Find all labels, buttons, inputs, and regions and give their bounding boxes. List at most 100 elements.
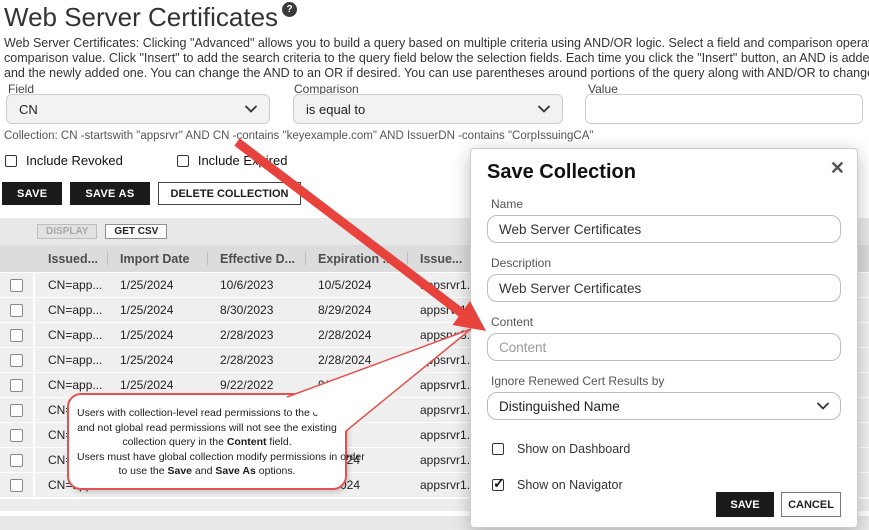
- checkbox-icon[interactable]: [177, 155, 189, 167]
- row-checkbox[interactable]: [10, 329, 23, 342]
- row-checkbox[interactable]: [10, 479, 23, 492]
- cell-issuer-dn-text: appsrvr1..: [420, 353, 473, 367]
- cell-expiration-date: 2/28/2024: [305, 353, 407, 367]
- column-divider: [305, 252, 306, 265]
- content-input[interactable]: [487, 333, 841, 361]
- row-select-cell: [0, 323, 35, 347]
- checkbox-checked-icon[interactable]: [492, 479, 504, 491]
- comparison-select[interactable]: is equal to: [293, 94, 563, 124]
- cell-effective-date-text: 10/6/2023: [220, 278, 273, 292]
- column-divider: [207, 252, 208, 265]
- row-select-cell: [0, 298, 35, 322]
- display-button[interactable]: DISPLAY: [37, 224, 97, 239]
- modal-save-button[interactable]: SAVE: [716, 492, 774, 517]
- cell-import-date-text: 1/25/2024: [120, 378, 173, 392]
- header-import-date[interactable]: Import Date: [107, 252, 207, 266]
- cell-effective-date-text: 8/30/2023: [220, 303, 273, 317]
- cell-effective-date: 2/28/2023: [207, 328, 305, 342]
- name-label: Name: [491, 197, 841, 211]
- description-label: Description: [491, 256, 841, 270]
- cell-issuer-dn-text: appsrvr8..: [420, 328, 473, 342]
- ignore-renewed-label: Ignore Renewed Cert Results by: [491, 374, 841, 388]
- cell-import-date-text: 1/25/2024: [120, 353, 173, 367]
- comparison-select-value: is equal to: [306, 102, 365, 117]
- cell-effective-date: 9/22/2022: [207, 378, 305, 392]
- delete-collection-button[interactable]: DELETE COLLECTION: [158, 182, 302, 205]
- callout-line: collection query in the Content field.: [77, 435, 337, 450]
- cell-issued-dn-text: CN=app...: [48, 328, 102, 342]
- checkbox-icon[interactable]: [492, 443, 504, 455]
- cell-expiration-date-text: 9/21/2024: [318, 378, 371, 392]
- cell-issued-dn-text: CN=app...: [48, 278, 102, 292]
- row-checkbox[interactable]: [10, 379, 23, 392]
- close-icon[interactable]: ✕: [830, 159, 845, 177]
- save-button[interactable]: SAVE: [2, 182, 62, 205]
- cell-import-date-text: 1/25/2024: [120, 328, 173, 342]
- include-revoked-checkbox[interactable]: Include Revoked: [5, 153, 123, 168]
- cell-import-date: 1/25/2024: [107, 378, 207, 392]
- row-checkbox[interactable]: [10, 279, 23, 292]
- page-description-line: Web Server Certificates: Clicking "Advan…: [4, 36, 869, 51]
- row-checkbox[interactable]: [10, 304, 23, 317]
- show-on-dashboard-checkbox[interactable]: Show on Dashboard: [492, 442, 841, 456]
- chevron-down-icon: [538, 105, 550, 113]
- page-description: Web Server Certificates: Clicking "Advan…: [4, 36, 869, 81]
- modal-cancel-button[interactable]: CANCEL: [781, 492, 841, 517]
- header-expiration-date[interactable]: Expiration ...: [305, 252, 407, 266]
- ignore-renewed-select[interactable]: Distinguished Name: [487, 392, 841, 420]
- help-icon[interactable]: ?: [282, 2, 297, 17]
- cell-issuer-dn-text: appsrvr1..: [420, 428, 473, 442]
- cell-issued-dn-text: CN=app...: [48, 378, 102, 392]
- cell-effective-date-text: 2/28/2023: [220, 353, 273, 367]
- modal-title: Save Collection: [487, 161, 841, 184]
- cell-expiration-date-text: 8/29/2024: [318, 303, 371, 317]
- callout-line: Users must have global collection modify…: [77, 450, 337, 465]
- row-checkbox[interactable]: [10, 429, 23, 442]
- chevron-down-icon: [817, 402, 829, 410]
- cell-issuer-dn-text: appsrvr1..: [420, 278, 473, 292]
- field-select[interactable]: CN: [6, 94, 270, 124]
- value-input[interactable]: [585, 94, 863, 124]
- include-expired-checkbox[interactable]: Include Expired: [177, 153, 288, 168]
- cell-effective-date: 2/28/2023: [207, 353, 305, 367]
- content-label: Content: [491, 315, 841, 329]
- save-as-button[interactable]: SAVE AS: [70, 182, 149, 205]
- row-checkbox[interactable]: [10, 354, 23, 367]
- get-csv-button[interactable]: GET CSV: [105, 224, 167, 239]
- header-effective-date[interactable]: Effective D...: [207, 252, 305, 266]
- callout-line: and not global read permissions will not…: [77, 421, 337, 436]
- column-divider: [107, 252, 108, 265]
- page-title: Web Server Certificates: [4, 2, 278, 32]
- cell-import-date: 1/25/2024: [107, 303, 207, 317]
- name-input[interactable]: [487, 215, 841, 243]
- cell-issuer-dn-text: appsrvr1..: [420, 478, 473, 492]
- row-select-cell: [0, 448, 35, 472]
- cell-effective-date: 8/30/2023: [207, 303, 305, 317]
- cell-issued-dn-text: CN=app...: [48, 353, 102, 367]
- show-on-navigator-checkbox[interactable]: Show on Navigator: [492, 478, 841, 492]
- cell-issued-dn: CN=app...: [35, 303, 107, 317]
- page-header: Web Server Certificates? Web Server Cert…: [4, 2, 869, 81]
- save-collection-modal: Save Collection ✕ Name Description Conte…: [470, 148, 858, 528]
- collection-actions: SAVE SAVE AS DELETE COLLECTION: [2, 182, 301, 205]
- page-description-line: comparison value. Click "Insert" to add …: [4, 51, 869, 66]
- ignore-renewed-value: Distinguished Name: [499, 399, 620, 414]
- cell-issued-dn: CN=app...: [35, 378, 107, 392]
- include-options: Include Revoked Include Expired: [5, 153, 287, 168]
- row-checkbox[interactable]: [10, 404, 23, 417]
- header-issued-dn[interactable]: Issued...: [35, 252, 107, 266]
- cell-expiration-date-text: 2/28/2024: [318, 353, 371, 367]
- row-select-cell: [0, 473, 35, 497]
- cell-import-date-text: 1/25/2024: [120, 303, 173, 317]
- cell-expiration-date: 8/29/2024: [305, 303, 407, 317]
- page-description-line: and the newly added one. You can change …: [4, 66, 869, 81]
- cell-issued-dn: CN=app...: [35, 328, 107, 342]
- cell-import-date: 1/25/2024: [107, 353, 207, 367]
- row-select-cell: [0, 273, 35, 297]
- column-divider: [407, 252, 408, 265]
- row-select-cell: [0, 423, 35, 447]
- cell-expiration-date: 2/28/2024: [305, 328, 407, 342]
- checkbox-icon[interactable]: [5, 155, 17, 167]
- description-input[interactable]: [487, 274, 841, 302]
- row-checkbox[interactable]: [10, 454, 23, 467]
